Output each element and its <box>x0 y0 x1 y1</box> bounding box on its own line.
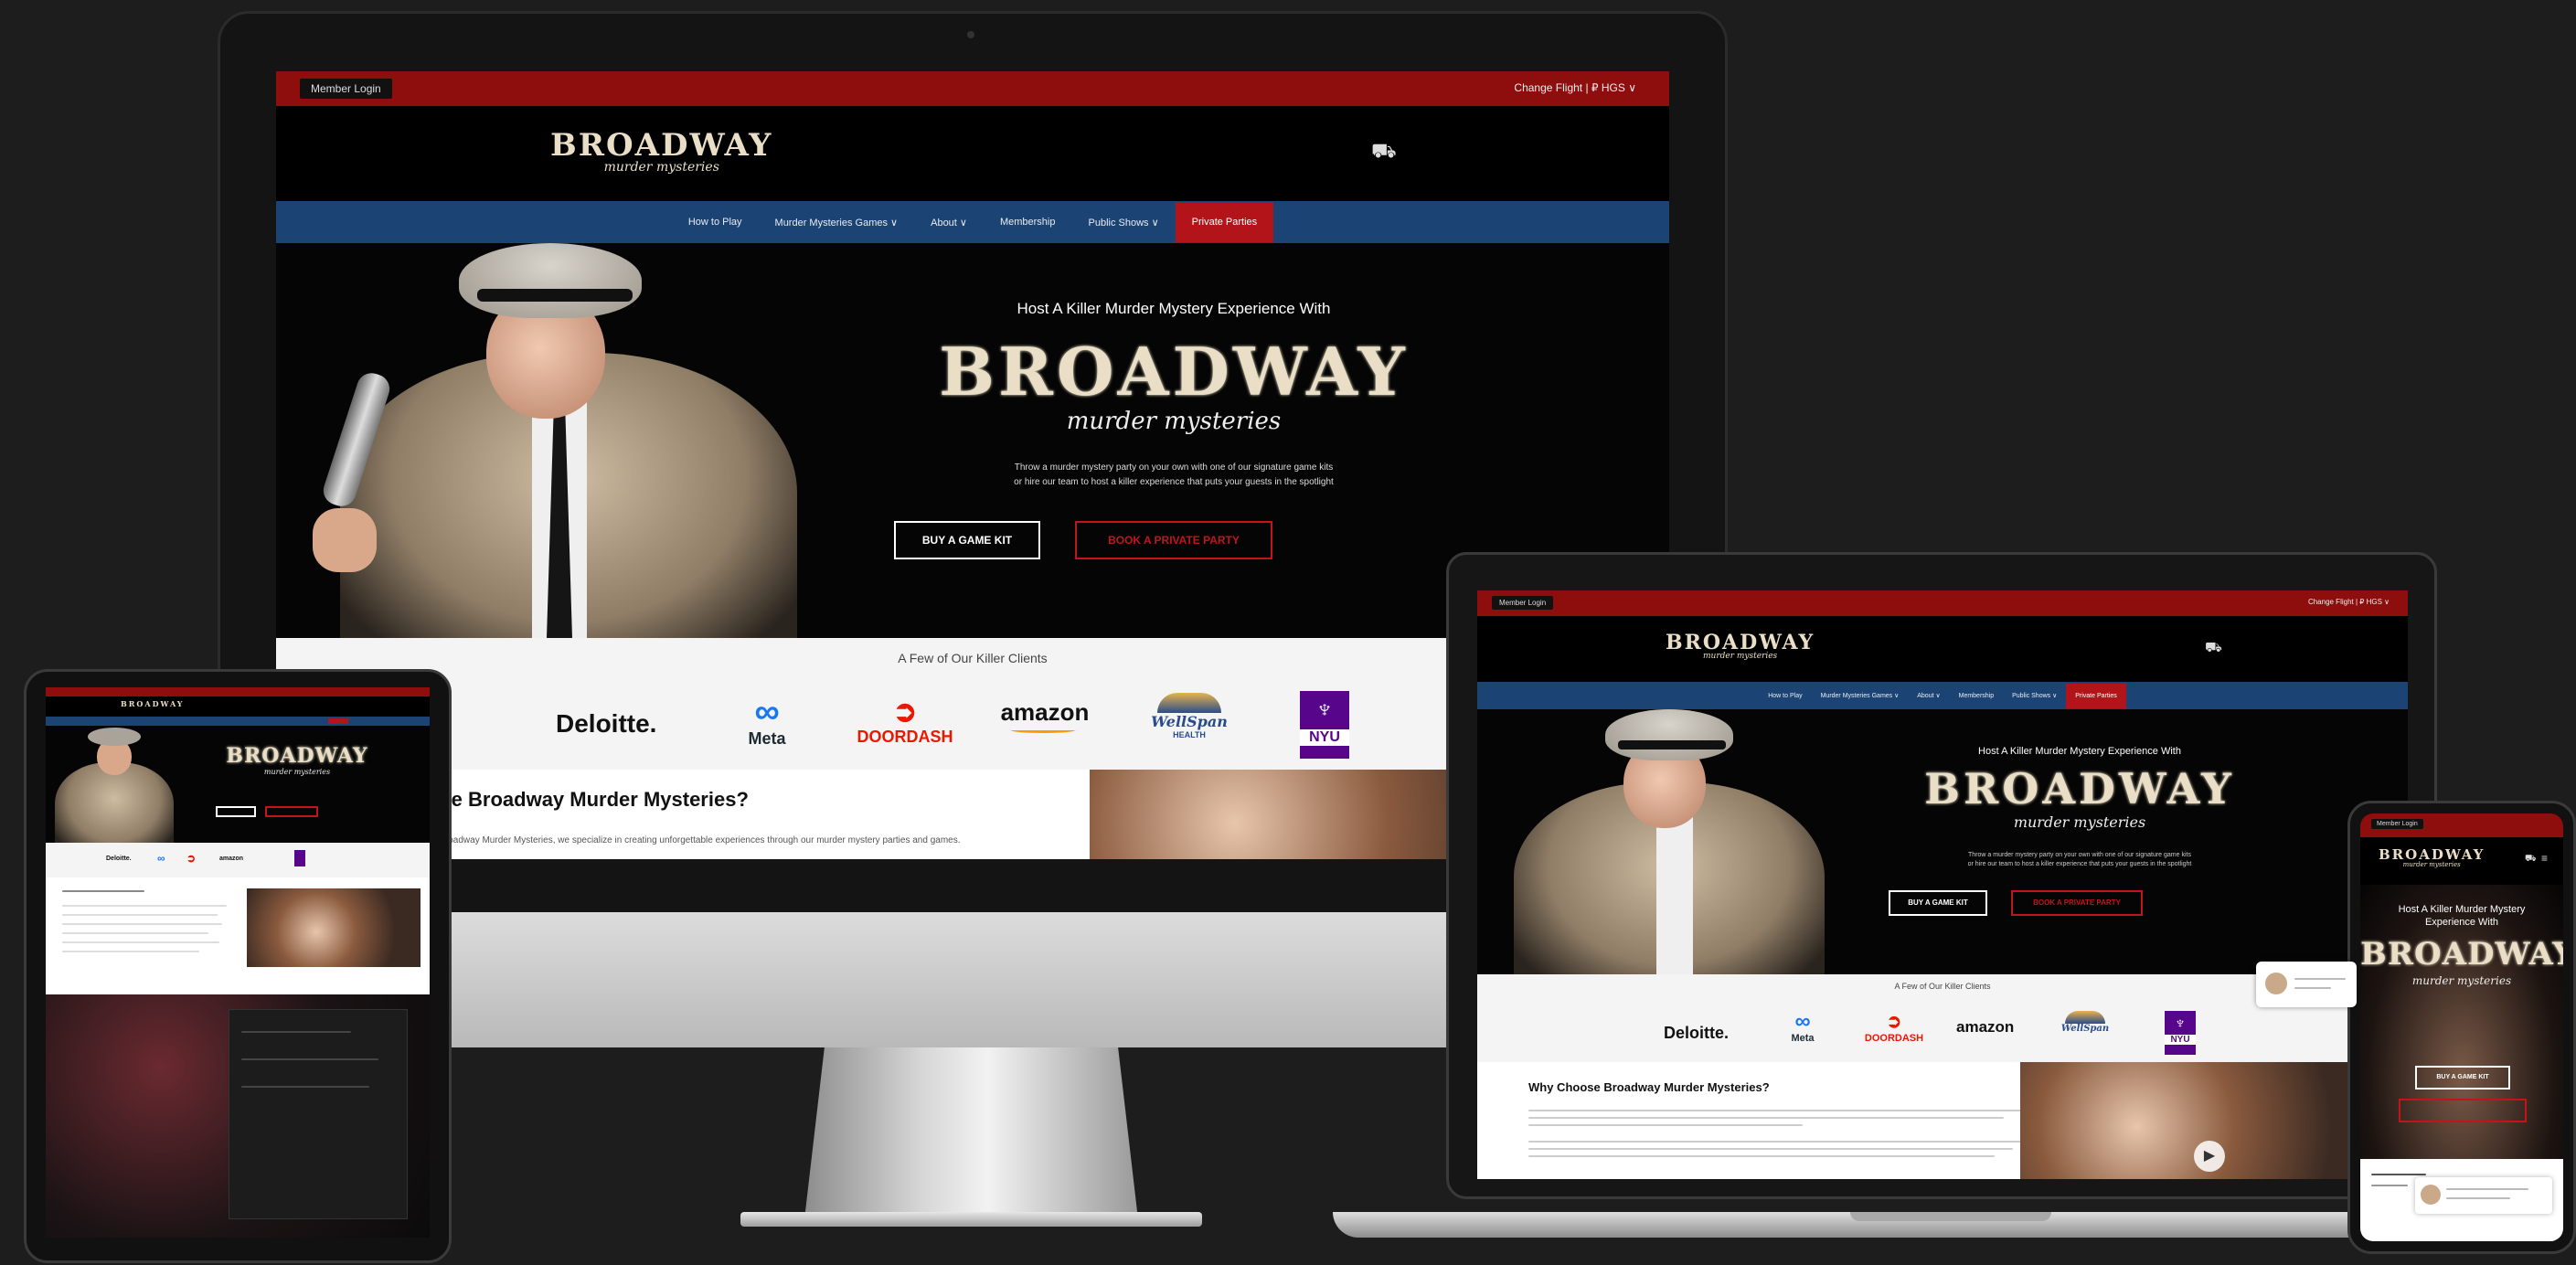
member-login-button[interactable]: Member Login <box>1492 596 1554 610</box>
why-section <box>46 877 430 994</box>
hero-title: BROADWAY <box>1924 764 2235 813</box>
play-icon[interactable]: ▶ <box>2194 1141 2225 1172</box>
hero-body-2: or hire our team to host a killer experi… <box>1014 477 1334 487</box>
book-private-party-button[interactable]: BOOK A PRIVATE PARTY <box>2011 890 2143 916</box>
nyu-torch-icon: ♆ <box>1315 695 1335 723</box>
nav-private-parties[interactable]: Private Parties <box>1175 202 1274 242</box>
client-nyu <box>294 850 305 866</box>
client-wellspan: WellSpan HEALTH <box>1130 693 1249 739</box>
client-amazon: amazon <box>219 856 244 862</box>
member-login-button[interactable]: Member Login <box>300 79 392 99</box>
client-wellspan: WellSpan <box>2044 1011 2126 1034</box>
cart-icon[interactable]: ⛟ <box>1371 139 1397 165</box>
why-title: ose Broadway Murder Mysteries? <box>428 788 749 811</box>
currency-selector[interactable]: Change Flight | ₽ HGS ∨ <box>2308 598 2390 606</box>
buy-game-kit-button[interactable]: BUY A GAME KIT <box>894 521 1040 559</box>
hero-script: murder mysteries <box>1066 408 1282 435</box>
site-logo[interactable]: BROADWAY murder mysteries <box>550 130 772 174</box>
cart-icon[interactable]: ⛟ <box>2525 854 2537 866</box>
client-deloitte: Deloitte. <box>106 856 132 862</box>
main-nav: How to Play Murder Mysteries Games ∨ Abo… <box>1477 682 2408 709</box>
hero-body-2: or hire our team to host a killer experi… <box>1967 861 2192 867</box>
hero-script: murder mysteries <box>2411 974 2512 987</box>
nav-membership[interactable]: Membership <box>1950 684 2004 708</box>
nav-about[interactable]: About ∨ <box>914 202 984 243</box>
client-doordash: ➲ DOORDASH <box>841 695 969 747</box>
doordash-icon: ➲ <box>892 695 918 728</box>
hero: Host A Killer Murder Mystery Experience … <box>1477 709 2408 974</box>
hero-eyebrow: Host A Killer Murder Mystery Experience … <box>2398 904 2526 928</box>
client-nyu: ♆ NYU <box>1300 691 1349 759</box>
book-private-party-button[interactable] <box>265 806 318 817</box>
clients-section: Deloitte. ∞ ➲ amazon <box>46 843 430 877</box>
book-private-party-button[interactable]: BOOK A PRIVATE PARTY <box>1075 521 1272 559</box>
monitor-camera <box>967 31 974 38</box>
why-video-thumb[interactable] <box>247 888 420 967</box>
why-body: At Broadway Murder Mysteries, we special… <box>428 835 961 845</box>
monitor-base <box>740 1212 1202 1227</box>
nav-how-to-play[interactable]: How to Play <box>1759 684 1811 708</box>
why-title: Why Choose Broadway Murder Mysteries? <box>1528 1080 1770 1094</box>
nav-games[interactable]: Murder Mysteries Games ∨ <box>1812 683 1909 708</box>
client-meta: ∞ Meta <box>735 695 799 749</box>
buy-game-kit-button[interactable]: BUY A GAME KIT <box>2415 1066 2510 1090</box>
client-deloitte: Deloitte. <box>556 709 657 738</box>
hero-title: BROADWAY <box>2360 936 2563 973</box>
why-section: Why Choose Broadway Murder Mysteries? ▶ <box>1477 1062 2408 1179</box>
hero-title: BROADWAY <box>226 744 368 768</box>
buy-game-kit-button[interactable]: BUY A GAME KIT <box>1889 890 1987 916</box>
hero: Host A Killer Murder Mystery Experience … <box>2360 885 2563 1159</box>
nav-membership[interactable]: Membership <box>984 202 1072 242</box>
nav-games[interactable]: Murder Mysteries Games ∨ <box>759 202 915 243</box>
nav-private-parties[interactable] <box>328 718 348 724</box>
chat-widget[interactable] <box>2256 962 2357 1007</box>
main-nav: How to Play Murder Mysteries Games ∨ Abo… <box>276 201 1669 243</box>
hero-script: murder mysteries <box>2013 813 2146 831</box>
nav-private-parties[interactable]: Private Parties <box>2066 683 2126 708</box>
nav-how-to-play[interactable]: How to Play <box>672 202 759 242</box>
member-login-button[interactable]: Member Login <box>2371 819 2423 829</box>
chat-widget[interactable] <box>2415 1177 2552 1214</box>
tablet-dark-section <box>46 994 430 1238</box>
client-doordash: ➲ DOORDASH <box>1864 1012 1924 1044</box>
client-meta: ∞ Meta <box>1791 1009 1815 1045</box>
nav-about[interactable]: About ∨ <box>1908 683 1949 708</box>
site-logo[interactable]: BROADWAY murder mysteries <box>2379 848 2485 868</box>
hero-title: BROADWAY <box>939 333 1409 410</box>
menu-icon[interactable]: ≡ <box>2541 852 2548 865</box>
client-nyu: ♆ NYU <box>2165 1011 2196 1055</box>
client-meta: ∞ <box>157 852 165 865</box>
client-deloitte: Deloitte. <box>1664 1024 1730 1042</box>
laptop-notch <box>1850 1212 2051 1221</box>
site-logo[interactable]: BROADWAY <box>121 700 185 707</box>
client-doordash: ➲ <box>186 852 197 865</box>
nav-public-shows[interactable]: Public Shows ∨ <box>1072 202 1176 243</box>
hero-body-1: Throw a murder mystery party on your own… <box>1014 462 1334 473</box>
currency-selector[interactable]: Change Flight | ₽ HGS ∨ <box>1514 81 1636 94</box>
book-private-party-button[interactable] <box>2399 1099 2527 1122</box>
why-section <box>2360 1159 2563 1241</box>
site-logo[interactable]: BROADWAY murder mysteries <box>1666 632 1815 661</box>
hero-detective-image <box>276 243 815 638</box>
hero-detective-image <box>1477 709 1852 974</box>
hero-eyebrow: Host A Killer Murder Mystery Experience … <box>1978 746 2181 757</box>
hero-eyebrow: Host A Killer Murder Mystery Experience … <box>1017 300 1331 317</box>
client-amazon: amazon <box>995 698 1095 733</box>
main-nav <box>46 717 430 726</box>
client-amazon: amazon <box>1956 1018 2015 1036</box>
meta-icon: ∞ <box>754 693 780 731</box>
tablet-screen: BROADWAY BROADWAY murder mysteries Deloi… <box>46 687 430 1238</box>
monitor-stand <box>804 1047 1138 1219</box>
hero-script: murder mysteries <box>263 768 331 776</box>
hero: BROADWAY murder mysteries <box>46 726 430 843</box>
nav-public-shows[interactable]: Public Shows ∨ <box>2003 683 2066 708</box>
phone-screen: Member Login BROADWAY murder mysteries ⛟ … <box>2360 813 2563 1241</box>
laptop-screen: Member Login Change Flight | ₽ HGS ∨ BRO… <box>1477 590 2408 1179</box>
cart-icon[interactable]: ⛟ <box>2205 640 2222 657</box>
hero-body-1: Throw a murder mystery party on your own… <box>1968 852 2191 858</box>
buy-game-kit-button[interactable] <box>216 806 256 817</box>
hero-detective-image <box>46 726 183 843</box>
